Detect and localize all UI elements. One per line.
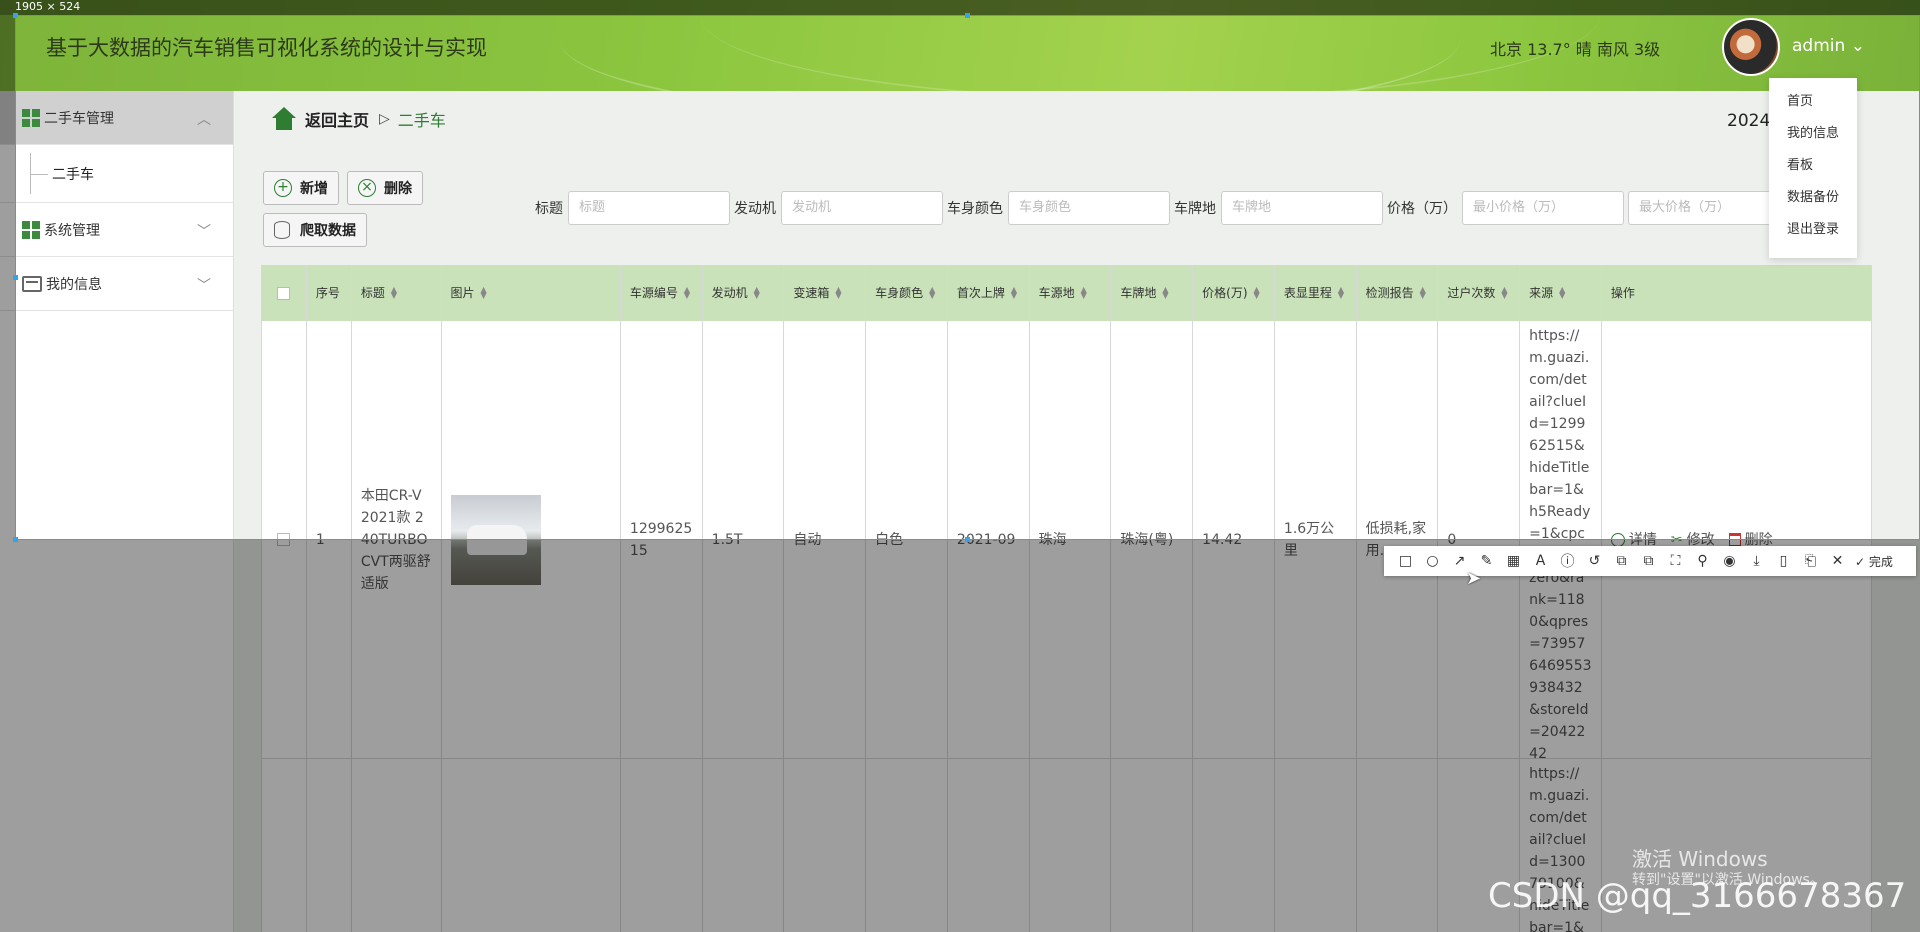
done-button[interactable]: ✓ 完成 — [1855, 553, 1893, 570]
ellipse-tool-icon[interactable]: ○ — [1419, 553, 1446, 569]
windows-activation-title: 激活 Windows — [1632, 847, 1768, 871]
resize-handle[interactable] — [965, 537, 970, 542]
capture-size-label: 1905 × 524 — [15, 0, 81, 13]
ocr-tool-icon[interactable]: ⧉ — [1608, 553, 1635, 569]
resize-handle[interactable] — [965, 13, 970, 18]
undo-icon[interactable]: ↺ — [1581, 553, 1608, 569]
mosaic-tool-icon[interactable]: ▦ — [1500, 553, 1527, 569]
phone-icon[interactable]: ▯ — [1770, 553, 1797, 569]
rectangle-tool-icon[interactable]: □ — [1392, 553, 1419, 569]
record-icon[interactable]: ◉ — [1716, 553, 1743, 569]
resize-handle[interactable] — [13, 537, 18, 542]
translate-tool-icon[interactable]: ⧉ — [1635, 553, 1662, 569]
capture-toolbar: □ ○ ↗ ✎ ▦ A ⓘ ↺ ⧉ ⧉ ⛶ ⚲ ◉ ⤓ ▯ ⎗ ✕ ✓ 完成 — [1384, 546, 1916, 576]
capture-selection-frame[interactable] — [15, 15, 1920, 540]
mouse-cursor-icon: ➤ — [1466, 568, 1482, 589]
capture-dim-top — [0, 0, 1920, 15]
close-icon[interactable]: ✕ — [1824, 553, 1851, 569]
csdn-watermark: CSDN @qq_3166678367 — [1488, 876, 1907, 916]
resize-handle[interactable] — [13, 275, 18, 280]
pen-tool-icon[interactable]: ✎ — [1473, 553, 1500, 569]
text-tool-icon[interactable]: A — [1527, 553, 1554, 569]
long-capture-icon[interactable]: ⛶ — [1662, 553, 1689, 569]
pin-icon[interactable]: ⚲ — [1689, 553, 1716, 569]
number-tool-icon[interactable]: ⓘ — [1554, 551, 1581, 571]
bookmark-icon[interactable]: ⎗ — [1797, 553, 1824, 569]
arrow-tool-icon[interactable]: ↗ — [1446, 553, 1473, 569]
download-icon[interactable]: ⤓ — [1743, 553, 1770, 569]
